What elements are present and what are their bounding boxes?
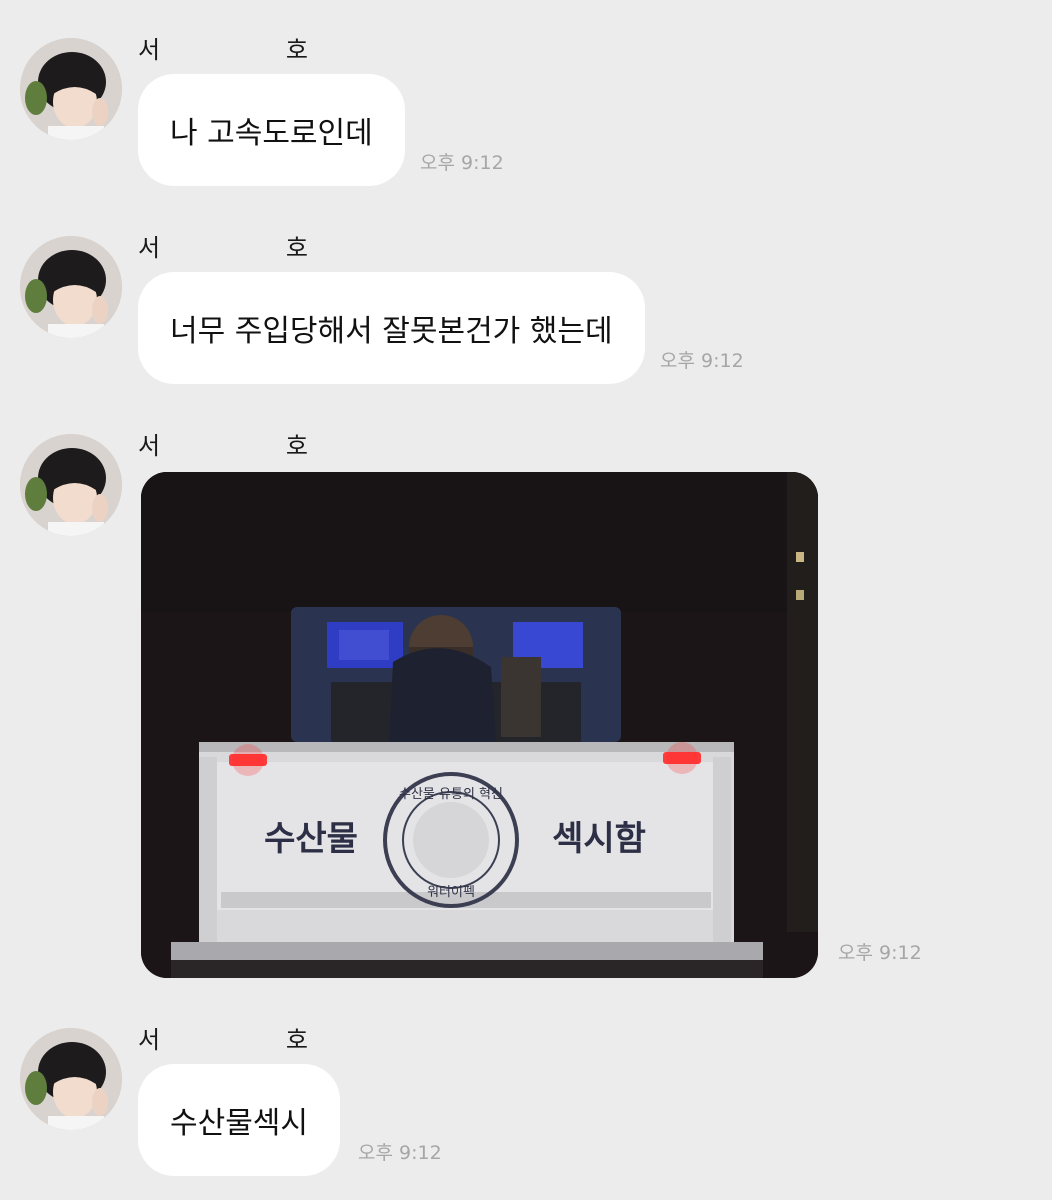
sender-name: 서 호 — [138, 1020, 308, 1054]
avatar[interactable] — [20, 236, 122, 338]
sender-name: 서 호 — [138, 228, 308, 262]
message-time: 오후 9:12 — [420, 152, 504, 174]
sender-name-last: 호 — [285, 234, 308, 262]
message-text: 수산물섹시 — [170, 1106, 308, 1141]
avatar[interactable] — [20, 1028, 122, 1130]
message-time: 오후 9:12 — [358, 1142, 442, 1164]
truck-sign-right: 섹시함 — [552, 819, 646, 859]
sender-name-first: 서 — [138, 36, 161, 64]
message-bubble[interactable]: 나 고속도로인데 — [138, 74, 405, 186]
sender-name-last: 호 — [285, 36, 308, 64]
emblem-top-text: 수산물 유통의 혁신 — [399, 787, 503, 802]
sender-name-first: 서 — [138, 234, 161, 262]
avatar[interactable] — [20, 38, 122, 140]
message-text: 나 고속도로인데 — [170, 116, 373, 151]
sender-name-first: 서 — [138, 1026, 161, 1054]
message-time: 오후 9:12 — [660, 350, 744, 372]
message-photo[interactable]: 수산물 유통의 혁신 워터이펙 수산물 섹시함 — [141, 472, 818, 978]
emblem-bottom-text: 워터이펙 — [427, 885, 475, 900]
message-text: 너무 주입당해서 잘못본건가 했는데 — [170, 314, 613, 349]
sender-name: 서 호 — [138, 426, 308, 460]
truck-sign-left: 수산물 — [264, 819, 358, 859]
message-bubble[interactable]: 수산물섹시 — [138, 1064, 340, 1176]
sender-name-last: 호 — [285, 1026, 308, 1054]
message-time: 오후 9:12 — [838, 942, 922, 964]
sender-name: 서 호 — [138, 30, 308, 64]
message-bubble[interactable]: 너무 주입당해서 잘못본건가 했는데 — [138, 272, 645, 384]
avatar[interactable] — [20, 434, 122, 536]
sender-name-last: 호 — [285, 432, 308, 460]
sender-name-first: 서 — [138, 432, 161, 460]
